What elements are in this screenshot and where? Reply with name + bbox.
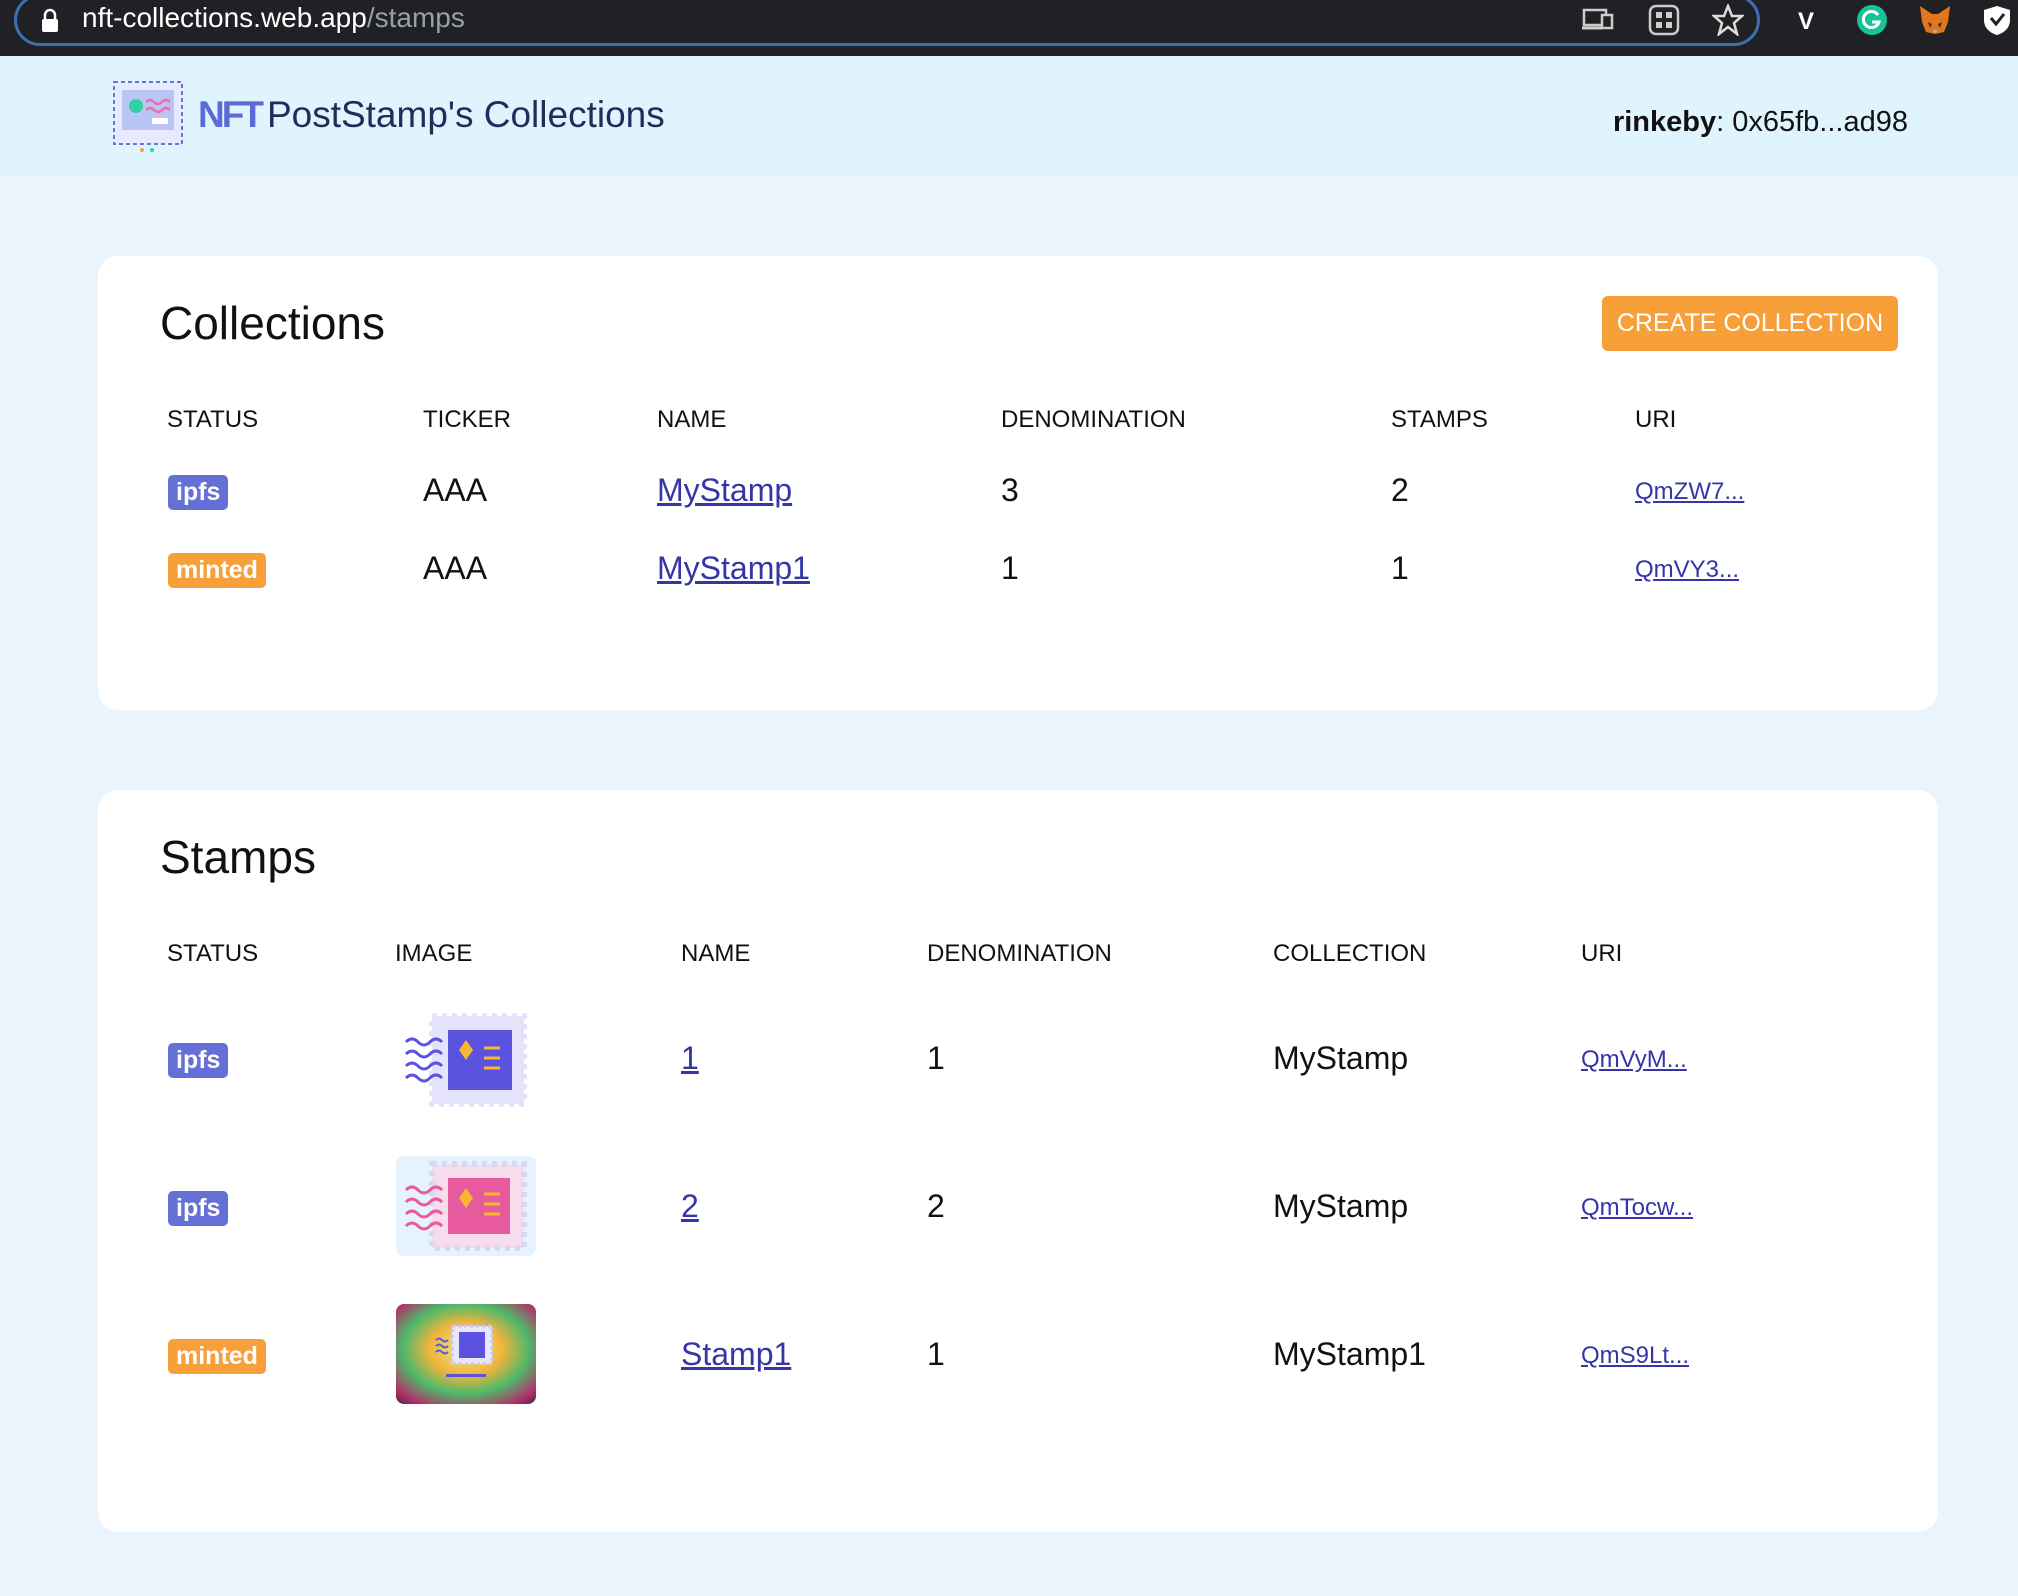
wallet-account: rinkeby: 0x65fb...ad98	[1612, 106, 1908, 138]
collection-denomination: 3	[1001, 472, 1019, 508]
status-badge-minted: minted	[168, 553, 266, 588]
browser-toolbar: nft-collections.web.app/stamps V	[0, 0, 2018, 56]
stamps-header-uri: URI	[1581, 940, 1623, 967]
grammarly-icon[interactable]	[1856, 4, 1888, 36]
collection-name-link[interactable]: MyStamp	[657, 472, 792, 509]
stamp-uri-link[interactable]: QmTocw...	[1581, 1194, 1693, 1222]
stamp-uri-link[interactable]: QmVyM...	[1581, 1046, 1687, 1074]
status-badge-ipfs: ipfs	[168, 475, 229, 510]
metamask-fox-icon[interactable]	[1918, 4, 1952, 36]
status-badge-ipfs: ipfs	[168, 1191, 229, 1226]
collections-header-ticker: TICKER	[423, 406, 512, 433]
stamp-pink-icon[interactable]	[396, 1156, 536, 1256]
collection-ticker: AAA	[423, 472, 488, 508]
cast-device-icon[interactable]	[1582, 4, 1614, 34]
collections-header-status: STATUS	[167, 406, 259, 433]
stamp-collection: MyStamp1	[1273, 1336, 1426, 1372]
collection-name-link[interactable]: MyStamp1	[657, 550, 810, 587]
apps-grid-icon[interactable]	[1648, 4, 1680, 36]
status-badge-minted: minted	[168, 1339, 266, 1374]
collections-card: Collections CREATE COLLECTION STATUS TIC…	[98, 256, 1938, 710]
poststamp-logo-icon[interactable]	[112, 78, 186, 154]
extension-v-icon[interactable]: V	[1798, 8, 1822, 38]
stamp-denomination: 1	[927, 1040, 945, 1076]
stamp-name-link[interactable]: 1	[681, 1040, 699, 1077]
app-header: NFT PostStamp's Collections rinkeby: 0x65…	[0, 56, 2018, 176]
stamp-name-link[interactable]: 2	[681, 1188, 699, 1225]
stamp-denomination: 1	[927, 1336, 945, 1372]
collections-header-uri: URI	[1635, 406, 1677, 433]
collections-header-stamps: STAMPS	[1391, 406, 1488, 433]
stamp-collection: MyStamp	[1273, 1188, 1409, 1224]
status-badge-ipfs: ipfs	[168, 1043, 229, 1078]
stamp-name-link[interactable]: Stamp1	[681, 1336, 791, 1373]
stamps-title: Stamps	[160, 831, 316, 883]
stamps-header-image: IMAGE	[395, 940, 473, 967]
collection-denomination: 1	[1001, 550, 1019, 586]
lock-icon	[42, 8, 58, 32]
create-collection-button[interactable]: CREATE COLLECTION	[1602, 296, 1898, 351]
bookmark-star-icon[interactable]	[1712, 4, 1744, 36]
stamp-uri-link[interactable]: QmS9Lt...	[1581, 1342, 1689, 1370]
collection-ticker: AAA	[423, 550, 488, 586]
collection-stamps-count: 2	[1391, 472, 1409, 508]
stamp-denomination: 2	[927, 1188, 945, 1224]
address-bar-url[interactable]: nft-collections.web.app/stamps	[82, 2, 465, 34]
collections-header-denomination: DENOMINATION	[1001, 406, 1186, 433]
stamp-collection: MyStamp	[1273, 1040, 1409, 1076]
collections-title: Collections	[160, 297, 385, 349]
stamps-header-status: STATUS	[167, 940, 259, 967]
collection-uri-link[interactable]: QmVY3...	[1635, 556, 1739, 584]
stamp-blue-icon[interactable]	[396, 1010, 536, 1110]
stamps-header-name: NAME	[681, 940, 751, 967]
collections-header-name: NAME	[657, 406, 727, 433]
collection-uri-link[interactable]: QmZW7...	[1635, 478, 1744, 506]
stamp-gradient-image[interactable]	[396, 1304, 536, 1404]
stamps-header-denomination: DENOMINATION	[927, 940, 1112, 967]
collection-stamps-count: 1	[1391, 550, 1409, 586]
stamps-card: Stamps STATUS IMAGE NAME DENOMINATION CO…	[98, 790, 1938, 1532]
stamps-header-collection: COLLECTION	[1273, 940, 1427, 967]
shield-extension-icon[interactable]	[1982, 4, 2012, 36]
app-brand-title[interactable]: NFT PostStamp's Collections	[198, 94, 665, 136]
